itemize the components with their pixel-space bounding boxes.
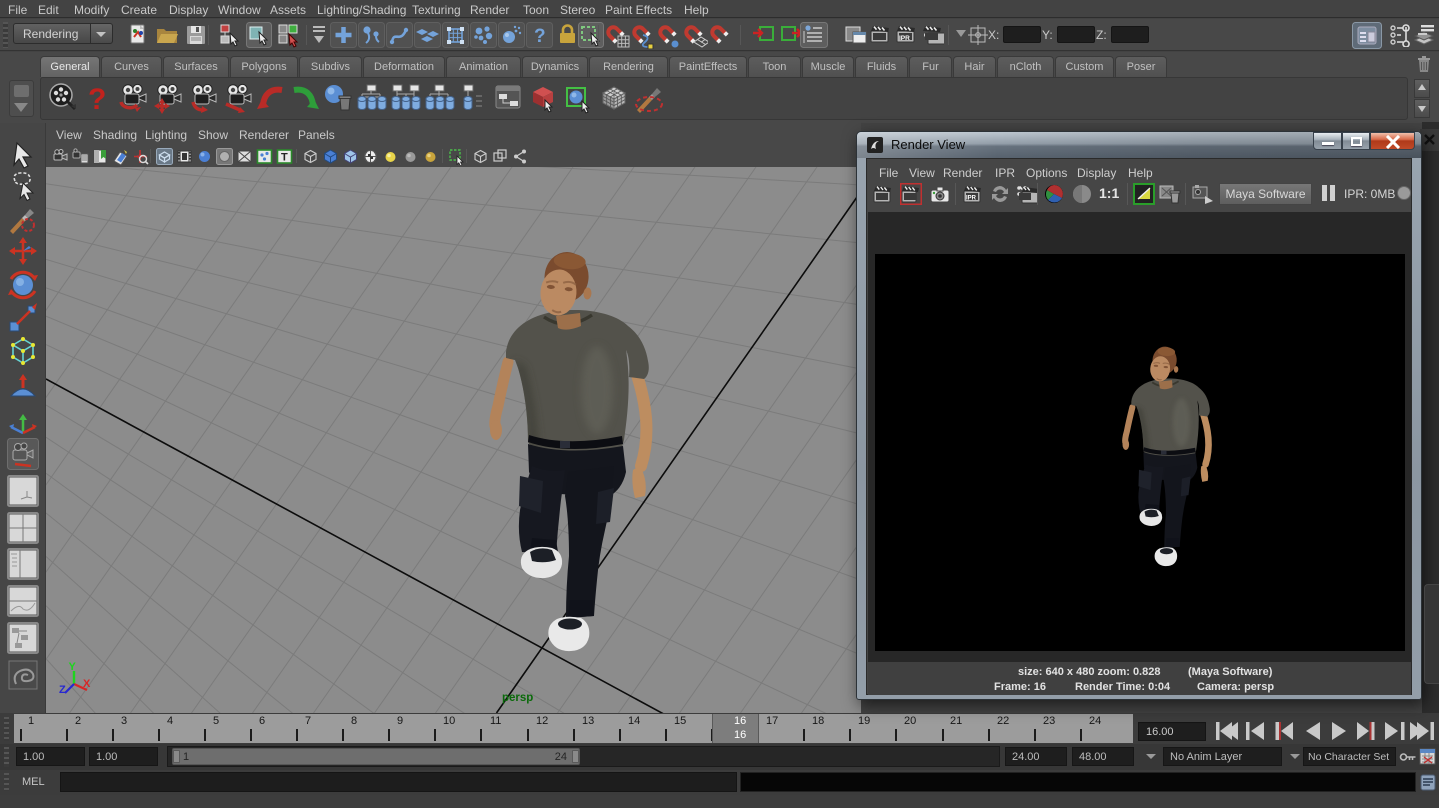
svg-text:T: T: [281, 152, 288, 164]
svg-text:?: ?: [88, 83, 106, 114]
svg-text:Z: Z: [59, 684, 66, 696]
svg-text:X: X: [83, 678, 91, 690]
svg-text:IPR: IPR: [966, 196, 977, 202]
svg-text:IPR: IPR: [899, 35, 910, 42]
svg-text:?: ?: [534, 26, 546, 47]
svg-text:persp: persp: [502, 692, 533, 704]
svg-text:Y: Y: [69, 661, 77, 673]
